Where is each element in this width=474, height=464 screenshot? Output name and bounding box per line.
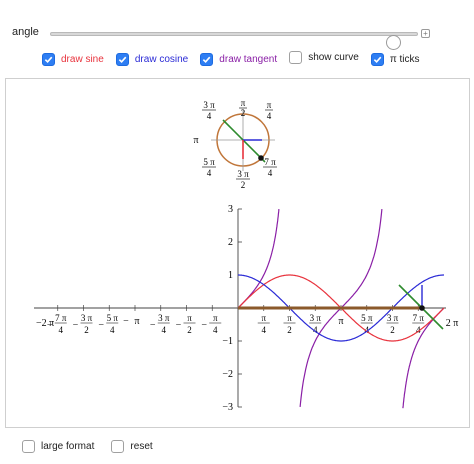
angle-slider-thumb[interactable]: [386, 35, 402, 50]
reset-label: reset: [130, 441, 153, 452]
y-tick-2: 2: [228, 237, 233, 248]
y-tick-1: 1: [228, 270, 233, 281]
x-tick-max-label: 2 π: [446, 318, 459, 329]
pi-ticks-control[interactable]: π ticks: [370, 53, 420, 66]
x-tick-neg-4-sign: −: [150, 320, 156, 331]
draw-sine-checkbox[interactable]: [42, 53, 55, 66]
circle-label-pi-over-2-num: π: [241, 98, 246, 108]
x-tick-neg-4-num: 3 π: [158, 313, 170, 323]
circle-label-7pi-over-4-num: 7 π: [264, 157, 276, 167]
show-curve-control[interactable]: show curve: [289, 51, 359, 64]
unit-circle-diagram: π 2 3 π 4 π 4 π 5 π 4 3 π 2 7 π 4: [193, 98, 277, 190]
draw-tangent-label: draw tangent: [219, 54, 278, 65]
draw-cosine-control[interactable]: draw cosine: [115, 53, 189, 66]
x-tick-neg-3-text: π: [134, 316, 139, 327]
x-tick-pos-0-den: 4: [262, 325, 267, 335]
bottom-controls: large format reset: [22, 440, 167, 456]
draw-tangent-control[interactable]: draw tangent: [200, 53, 277, 66]
function-graph: 3 2 1 −1 −2 −3 −7 π4 −3 π2 −5 π4− π −3 π4 −π2…: [34, 204, 458, 413]
circle-label-pi-over-2-den: 2: [241, 108, 246, 118]
x-tick-pos-1-num: π: [287, 313, 292, 323]
y-tick-3: 3: [228, 204, 233, 215]
draw-sine-label: draw sine: [61, 54, 104, 65]
draw-sine-control[interactable]: draw sine: [42, 53, 104, 66]
x-tick-pos-3-text: π: [338, 316, 343, 327]
x-tick-neg-6-sign: −: [201, 320, 207, 331]
show-curve-label: show curve: [308, 52, 359, 63]
pi-ticks-checkbox[interactable]: [370, 53, 384, 66]
circle-label-3pi-over-2-den: 2: [241, 180, 246, 190]
y-tick-minus-1: −1: [222, 336, 233, 347]
x-tick-neg-0-num: 7 π: [55, 313, 67, 323]
y-tick-minus-2: −2: [222, 369, 233, 380]
circle-label-5pi-over-4-num: 5 π: [203, 157, 215, 167]
x-tick-neg-3-sign: −: [123, 316, 129, 327]
x-tick-neg-2-num: 5 π: [107, 313, 119, 323]
circle-label-pi-over-4-den: 4: [267, 111, 272, 121]
x-tick-neg-0-den: 4: [59, 325, 64, 335]
x-tick-neg-2-den: 4: [110, 325, 115, 335]
x-tick-pos-4-num: 5 π: [361, 313, 373, 323]
draw-tangent-checkbox[interactable]: [200, 53, 214, 66]
options-row: draw sine draw cosine draw tangent show …: [42, 51, 429, 67]
large-format-label: large format: [41, 441, 95, 452]
x-tick-neg-1-num: 3 π: [81, 313, 93, 323]
x-tick-neg-1-den: 2: [84, 325, 89, 335]
pi-ticks-label: π ticks: [389, 54, 420, 65]
x-tick-neg-6-num: π: [213, 313, 218, 323]
x-tick-pos-1-den: 2: [287, 325, 292, 335]
angle-label: angle: [12, 26, 39, 38]
graphics-canvas: π 2 3 π 4 π 4 π 5 π 4 3 π 2 7 π 4 3 2 1 …: [34, 98, 458, 413]
reset-checkbox[interactable]: [111, 440, 125, 453]
angle-slider-row: angle +: [12, 24, 462, 50]
x-tick-neg-2-sign: −: [98, 320, 104, 331]
x-tick-neg-6-den: 4: [213, 325, 218, 335]
x-tick-pos-5-den: 2: [390, 325, 395, 335]
circle-label-7pi-over-4-den: 4: [268, 168, 273, 178]
large-format-checkbox[interactable]: [22, 440, 35, 453]
x-tick-pos-5-num: 3 π: [387, 313, 399, 323]
x-tick-pos-6-num: 7 π: [413, 313, 425, 323]
circle-label-pi-over-4-num: π: [267, 100, 272, 110]
circle-label-3pi-over-2-num: 3 π: [237, 169, 249, 179]
show-curve-checkbox[interactable]: [289, 51, 303, 64]
draw-cosine-label: draw cosine: [134, 54, 189, 65]
angle-slider-track[interactable]: [50, 32, 418, 50]
x-tick-neg-5-sign: −: [176, 320, 182, 331]
x-tick-pos-2-num: 3 π: [310, 313, 322, 323]
plus-icon[interactable]: +: [421, 29, 430, 38]
x-tick-neg-5-den: 2: [187, 325, 192, 335]
x-tick-min-label: −2 π: [36, 318, 54, 329]
circle-label-3pi-over-4-num: 3 π: [203, 100, 215, 110]
x-tick-neg-1-sign: −: [73, 320, 79, 331]
circle-label-3pi-over-4-den: 4: [207, 111, 212, 121]
large-format-control[interactable]: large format: [22, 440, 94, 453]
x-tick-pos-0-num: π: [261, 313, 266, 323]
graphics-panel: π 2 3 π 4 π 4 π 5 π 4 3 π 2 7 π 4 3 2 1 …: [5, 78, 470, 428]
x-tick-neg-5-num: π: [187, 313, 192, 323]
y-tick-minus-3: −3: [222, 402, 233, 413]
circle-label-5pi-over-4-den: 4: [207, 168, 212, 178]
graph-point: [419, 305, 425, 311]
circle-angle-line: [222, 119, 266, 163]
draw-cosine-checkbox[interactable]: [115, 53, 129, 66]
circle-label-pi: π: [193, 135, 198, 146]
circle-point: [258, 155, 264, 161]
x-tick-neg-4-den: 4: [162, 325, 167, 335]
reset-control[interactable]: reset: [111, 440, 153, 453]
